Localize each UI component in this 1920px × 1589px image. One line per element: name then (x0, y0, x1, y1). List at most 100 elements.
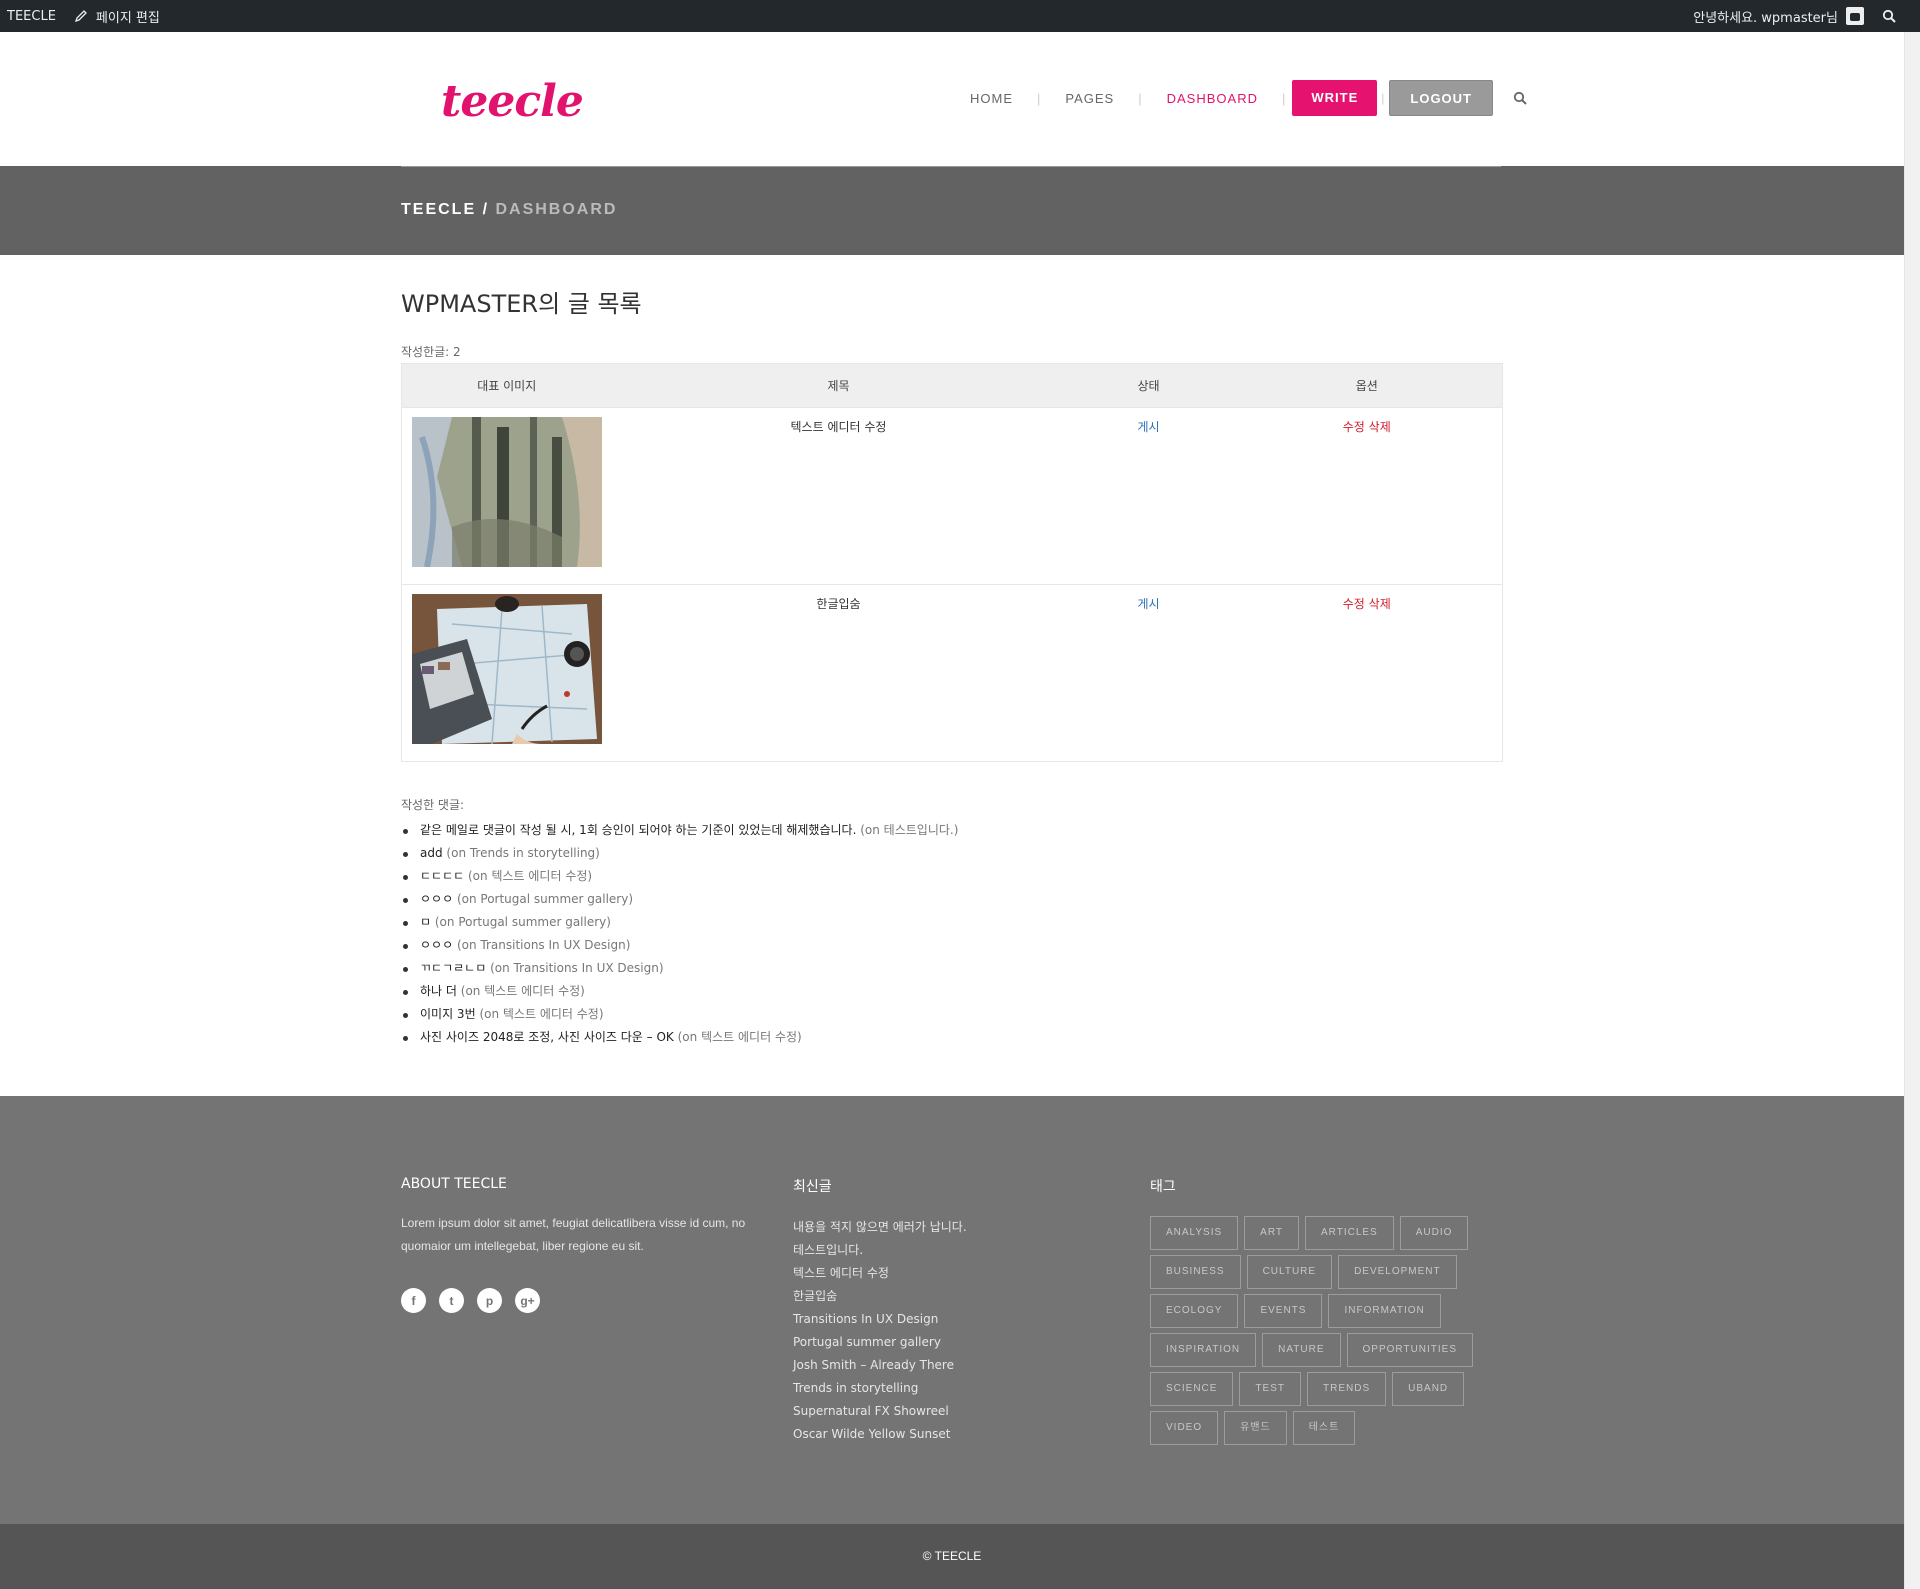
site-footer: ABOUT TEECLE Lorem ipsum dolor sit amet,… (0, 1096, 1904, 1524)
footer-about-text: Lorem ipsum dolor sit amet, feugiat deli… (401, 1216, 746, 1253)
post-count: 작성한글: 2 (401, 345, 461, 359)
recent-post-link[interactable]: Portugal summer gallery (793, 1331, 1093, 1354)
post-title[interactable]: 한글입숨 (611, 584, 1066, 762)
list-item: ㄷㄷㄷㄷ (on 텍스트 에디터 수정) (401, 865, 1503, 888)
google-plus-icon[interactable]: g+ (515, 1288, 540, 1313)
edit-link[interactable]: 수정 (1343, 420, 1365, 434)
tag-link[interactable]: ANALYSIS (1150, 1216, 1239, 1250)
list-item: ㅁ (on Portugal summer gallery) (401, 911, 1503, 934)
comment-text: 이미지 3번 (420, 1007, 476, 1021)
tag-link[interactable]: AUDIO (1399, 1216, 1469, 1250)
search-icon[interactable] (1882, 9, 1896, 23)
recent-post-link[interactable]: Josh Smith – Already There (793, 1354, 1093, 1377)
list-item: ㅇㅇㅇ (on Portugal summer gallery) (401, 888, 1503, 911)
social-links: f t p g+ (401, 1288, 761, 1313)
nav-divider: | (1037, 90, 1042, 106)
tag-link[interactable]: ART (1244, 1216, 1299, 1250)
tag-link[interactable]: TEST (1239, 1372, 1302, 1406)
footer-about: ABOUT TEECLE Lorem ipsum dolor sit amet,… (401, 1176, 761, 1313)
user-greeting[interactable]: 안녕하세요. wpmaster님 (1693, 7, 1838, 26)
thumbnail-cell (401, 584, 612, 762)
post-options: 수정 삭제 (1231, 407, 1503, 585)
twitter-icon[interactable]: t (439, 1288, 464, 1313)
list-item: 하나 더 (on 텍스트 에디터 수정) (401, 980, 1503, 1003)
recent-post-link[interactable]: 내용을 적지 않으면 에러가 납니다. (793, 1216, 1093, 1239)
tag-link[interactable]: UBAND (1392, 1372, 1465, 1406)
status-link[interactable]: 게시 (1137, 420, 1159, 434)
recent-post-link[interactable]: 한글입숨 (793, 1285, 1093, 1308)
breadcrumb-separator: / (476, 201, 496, 218)
comment-post-link[interactable]: (on 텍스트 에디터 수정) (461, 984, 585, 998)
comment-post-link[interactable]: (on Transitions In UX Design) (490, 961, 663, 975)
tag-link[interactable]: INSPIRATION (1150, 1333, 1257, 1367)
recent-post-link[interactable]: Oscar Wilde Yellow Sunset (793, 1423, 1093, 1446)
nav-dashboard[interactable]: DASHBOARD (1167, 91, 1258, 106)
nav-divider: | (1138, 90, 1143, 106)
logout-button[interactable]: LOGOUT (1389, 80, 1493, 116)
tag-link[interactable]: BUSINESS (1150, 1255, 1241, 1289)
tag-link[interactable]: ECOLOGY (1150, 1294, 1239, 1328)
tag-link[interactable]: ARTICLES (1305, 1216, 1394, 1250)
tag-link[interactable]: OPPORTUNITIES (1346, 1333, 1474, 1367)
post-title[interactable]: 텍스트 에디터 수정 (611, 407, 1066, 585)
list-item: 같은 메일로 댓글이 작성 될 시, 1회 승인이 되어야 하는 기준이 있었는… (401, 819, 1503, 842)
tag-link[interactable]: CULTURE (1246, 1255, 1333, 1289)
tag-link[interactable]: 테스트 (1292, 1411, 1356, 1445)
column-header-image: 대표 이미지 (401, 363, 612, 408)
delete-link[interactable]: 삭제 (1369, 420, 1391, 434)
tag-link[interactable]: INFORMATION (1328, 1294, 1441, 1328)
tag-link[interactable]: 유밴드 (1224, 1411, 1287, 1445)
recent-post-link[interactable]: Trends in storytelling (793, 1377, 1093, 1400)
edit-page-link[interactable]: 페이지 편집 (74, 7, 160, 26)
search-icon[interactable] (1513, 91, 1527, 105)
comment-post-link[interactable]: (on 텍스트 에디터 수정) (468, 869, 592, 883)
comment-post-link[interactable]: (on 텍스트 에디터 수정) (479, 1007, 603, 1021)
nav-home[interactable]: HOME (970, 91, 1013, 106)
tag-link[interactable]: NATURE (1262, 1333, 1341, 1367)
recent-post-link[interactable]: Supernatural FX Showreel (793, 1400, 1093, 1423)
write-button[interactable]: WRITE (1292, 80, 1378, 116)
nav-divider: | (1281, 90, 1287, 106)
pinterest-icon[interactable]: p (477, 1288, 502, 1313)
nav-pages[interactable]: PAGES (1065, 91, 1114, 106)
avatar[interactable] (1846, 7, 1864, 25)
tag-cloud: ANALYSIS ART ARTICLES AUDIO BUSINESS CUL… (1150, 1216, 1480, 1445)
breadcrumb-site[interactable]: TEECLE (401, 201, 476, 218)
facebook-icon[interactable]: f (401, 1288, 426, 1313)
table-row: 한글입숨 게시 수정 삭제 (401, 584, 1503, 762)
tag-link[interactable]: TRENDS (1307, 1372, 1387, 1406)
comment-post-link[interactable]: (on Trends in storytelling) (446, 846, 599, 860)
tag-link[interactable]: VIDEO (1150, 1411, 1219, 1445)
recent-post-link[interactable]: 텍스트 에디터 수정 (793, 1262, 1093, 1285)
comment-post-link[interactable]: (on 텍스트 에디터 수정) (678, 1030, 802, 1044)
comment-post-link[interactable]: (on Portugal summer gallery) (457, 892, 633, 906)
edit-link[interactable]: 수정 (1343, 597, 1365, 611)
pencil-icon (74, 10, 87, 23)
site-logo[interactable]: teecle (441, 76, 584, 127)
site-header: teecle HOME | PAGES | DASHBOARD | WRITE … (0, 32, 1904, 166)
column-header-status: 상태 (1065, 363, 1232, 408)
scrollbar[interactable] (1904, 32, 1920, 1589)
table-header-row: 대표 이미지 제목 상태 옵션 (401, 363, 1503, 408)
table-row: 텍스트 에디터 수정 게시 수정 삭제 (401, 407, 1503, 585)
forest-photo[interactable] (412, 417, 602, 567)
status-link[interactable]: 게시 (1137, 597, 1159, 611)
tag-link[interactable]: EVENTS (1244, 1294, 1323, 1328)
footer-about-title: ABOUT TEECLE (401, 1176, 507, 1192)
map-desk-photo[interactable] (412, 594, 602, 744)
tag-link[interactable]: DEVELOPMENT (1338, 1255, 1457, 1289)
comment-post-link[interactable]: (on 테스트입니다.) (860, 823, 958, 837)
comment-text: 사진 사이즈 2048로 조정, 사진 사이즈 다운 – OK (420, 1030, 674, 1044)
tag-link[interactable]: SCIENCE (1150, 1372, 1234, 1406)
recent-post-link[interactable]: Transitions In UX Design (793, 1308, 1093, 1331)
list-item: ㄲㄷㄱㄹㄴㅁ (on Transitions In UX Design) (401, 957, 1503, 980)
recent-posts-list: 내용을 적지 않으면 에러가 납니다. 테스트입니다. 텍스트 에디터 수정 한… (793, 1216, 1093, 1446)
list-item: ㅇㅇㅇ (on Transitions In UX Design) (401, 934, 1503, 957)
recent-post-link[interactable]: 테스트입니다. (793, 1239, 1093, 1262)
comment-text: 하나 더 (420, 984, 457, 998)
comment-post-link[interactable]: (on Portugal summer gallery) (435, 915, 611, 929)
admin-site-link[interactable]: TEECLE (7, 9, 56, 24)
breadcrumb-current: DASHBOARD (495, 201, 618, 218)
comment-post-link[interactable]: (on Transitions In UX Design) (457, 938, 630, 952)
delete-link[interactable]: 삭제 (1369, 597, 1391, 611)
